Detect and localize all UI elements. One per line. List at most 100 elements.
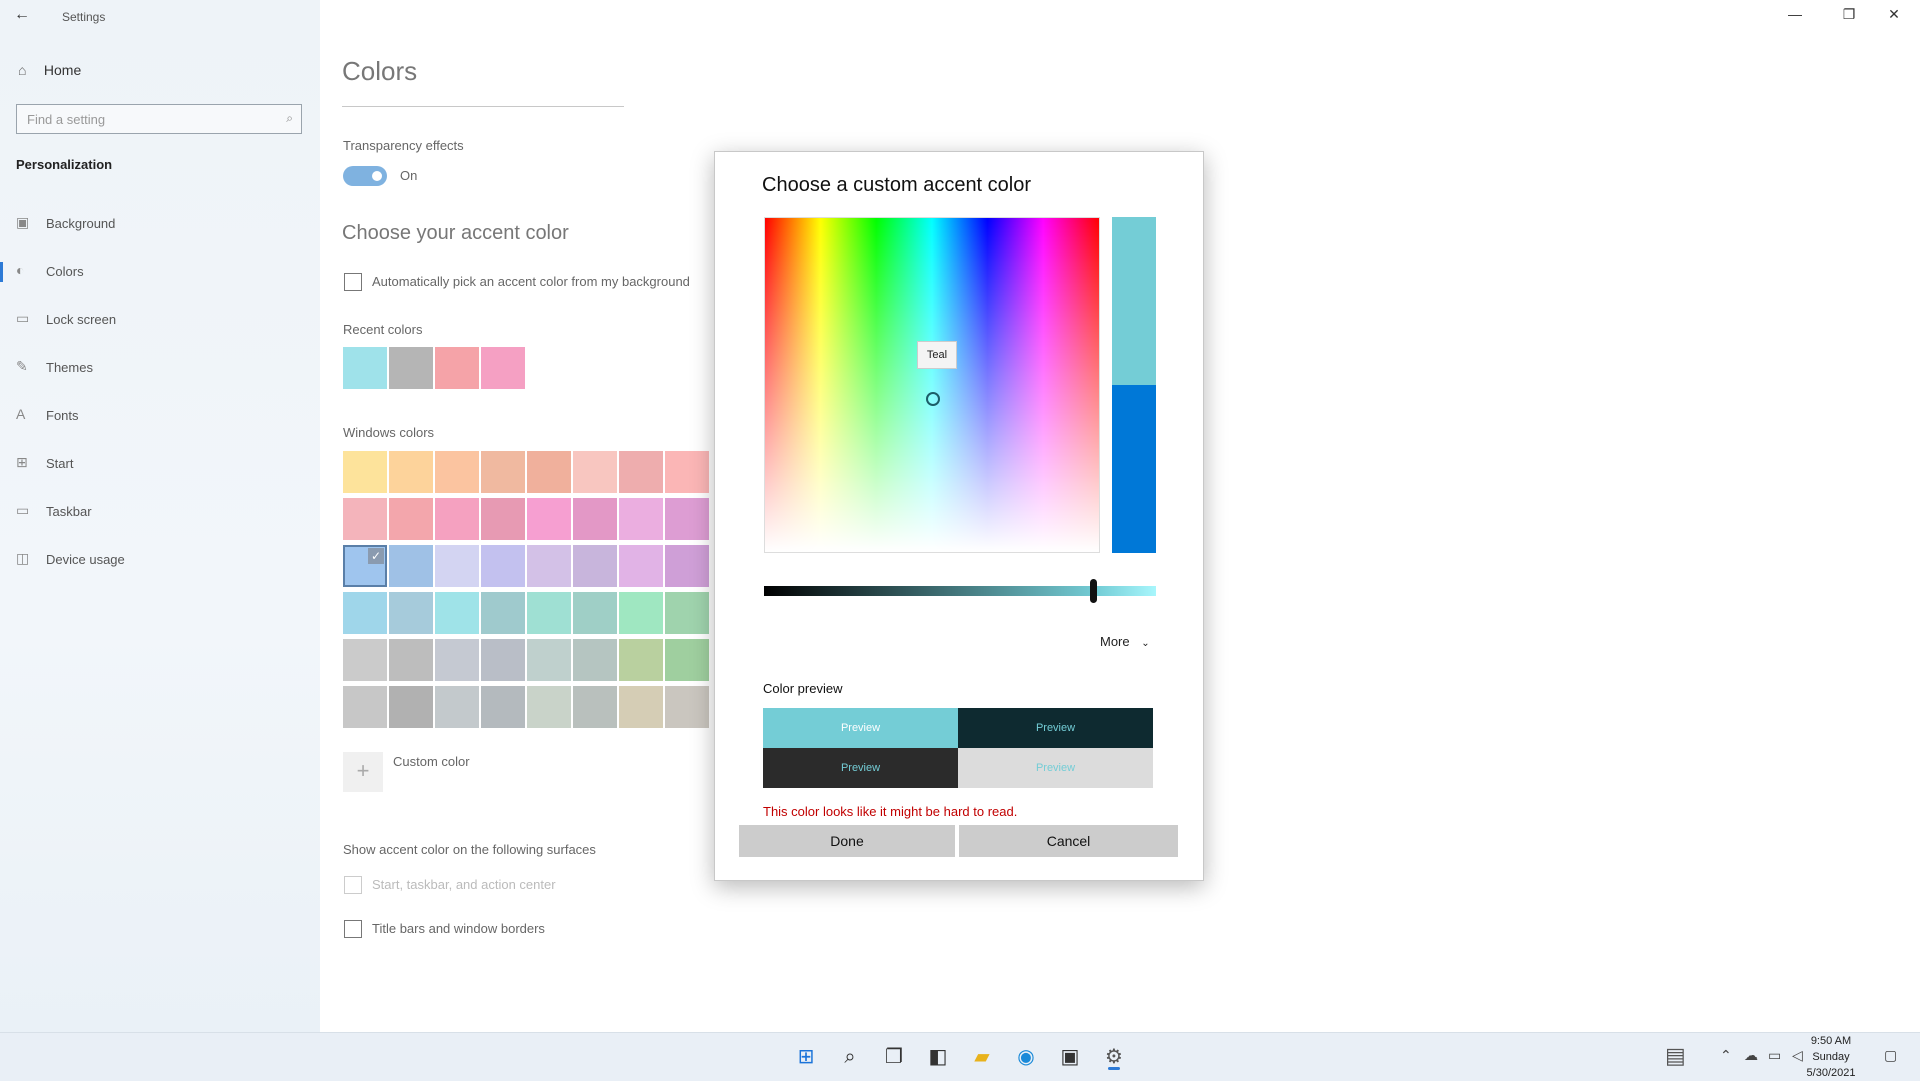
notification-icon[interactable]: ▢ (1884, 1047, 1897, 1064)
windows-color-swatch[interactable] (573, 451, 617, 493)
done-button[interactable]: Done (739, 825, 955, 857)
windows-color-swatch[interactable] (389, 592, 433, 634)
back-arrow-icon[interactable]: ← (14, 6, 30, 24)
windows-color-swatch[interactable] (389, 545, 433, 587)
network-icon[interactable]: ▭ (1768, 1047, 1781, 1064)
brightness-slider[interactable] (764, 586, 1156, 596)
transparency-toggle[interactable] (343, 166, 387, 186)
windows-color-swatch[interactable] (343, 451, 387, 493)
sidebar-item-label: Taskbar (46, 504, 92, 519)
windows-color-swatch[interactable] (619, 686, 663, 728)
search-input[interactable]: Find a setting ⌕ (16, 104, 302, 134)
chevron-up-icon[interactable]: ⌃ (1720, 1047, 1732, 1064)
windows-color-swatch[interactable] (343, 498, 387, 540)
widgets-icon[interactable]: ◧ (922, 1041, 954, 1073)
windows-color-swatch[interactable] (573, 686, 617, 728)
windows-color-swatch[interactable] (343, 639, 387, 681)
sidebar-item-fonts[interactable]: A Fonts (0, 396, 320, 436)
brightness-slider-thumb[interactable] (1090, 579, 1097, 603)
sidebar-item-colors[interactable]: ◐ Colors (0, 252, 320, 292)
custom-color-button[interactable]: + (343, 752, 383, 792)
windows-colors-label: Windows colors (343, 425, 435, 440)
windows-color-swatch[interactable] (435, 498, 479, 540)
windows-color-swatch[interactable] (665, 639, 709, 681)
windows-color-swatch[interactable] (527, 451, 571, 493)
windows-color-swatch[interactable] (435, 592, 479, 634)
windows-color-swatch[interactable] (665, 686, 709, 728)
windows-color-swatch[interactable] (573, 592, 617, 634)
active-indicator (0, 262, 3, 282)
file-explorer-icon[interactable]: ▰ (966, 1041, 998, 1073)
auto-pick-checkbox[interactable] (344, 273, 362, 291)
windows-color-swatch[interactable] (435, 686, 479, 728)
preview-grid: Preview Preview Preview Preview (763, 708, 1153, 788)
windows-color-swatch[interactable] (481, 451, 525, 493)
windows-color-swatch[interactable] (481, 545, 525, 587)
windows-color-swatch[interactable] (435, 639, 479, 681)
windows-color-swatch[interactable] (573, 545, 617, 587)
windows-color-swatch[interactable]: ✓ (343, 545, 387, 587)
windows-color-swatch[interactable] (481, 592, 525, 634)
windows-color-swatch[interactable] (389, 639, 433, 681)
close-icon[interactable]: ✕ (1874, 6, 1914, 23)
recent-color-swatch[interactable] (389, 347, 433, 389)
windows-color-swatch[interactable] (665, 592, 709, 634)
surface-start-checkbox[interactable] (344, 876, 362, 894)
restore-icon[interactable]: ❐ (1829, 6, 1869, 23)
preview-tile: Preview (763, 708, 958, 748)
windows-color-swatch[interactable] (481, 498, 525, 540)
more-button[interactable]: More ⌄ (1100, 634, 1150, 649)
sidebar-item-lock-screen[interactable]: ▭ Lock screen (0, 300, 320, 340)
windows-color-swatch[interactable] (435, 545, 479, 587)
windows-start-icon[interactable]: ⊞ (790, 1041, 822, 1073)
color-spectrum[interactable] (764, 217, 1100, 553)
sidebar-item-start[interactable]: ⊞ Start (0, 444, 320, 484)
windows-color-swatch[interactable] (389, 451, 433, 493)
windows-color-swatch[interactable] (527, 686, 571, 728)
windows-color-swatch[interactable] (619, 592, 663, 634)
windows-color-swatch[interactable] (619, 545, 663, 587)
windows-color-swatch[interactable] (619, 498, 663, 540)
system-clock[interactable]: 9:50 AM Sunday 5/30/2021 (1786, 1033, 1876, 1081)
checkmark-icon: ✓ (368, 548, 384, 564)
windows-color-swatch[interactable] (343, 686, 387, 728)
search-icon[interactable]: ⌕ (834, 1041, 866, 1073)
edge-icon[interactable]: ◉ (1010, 1041, 1042, 1073)
sidebar-item-background[interactable]: ▣ Background (0, 204, 320, 244)
windows-color-swatch[interactable] (619, 451, 663, 493)
windows-color-swatch[interactable] (389, 498, 433, 540)
cloud-icon[interactable]: ☁ (1744, 1047, 1758, 1064)
recent-color-swatch[interactable] (435, 347, 479, 389)
windows-color-swatch[interactable] (527, 639, 571, 681)
windows-color-swatch[interactable] (665, 498, 709, 540)
windows-color-swatch[interactable] (527, 498, 571, 540)
windows-color-swatch[interactable] (573, 639, 617, 681)
sidebar-home[interactable]: ⌂ Home (18, 62, 81, 78)
windows-color-swatch[interactable] (665, 451, 709, 493)
windows-color-swatch[interactable] (573, 498, 617, 540)
store-icon[interactable]: ▣ (1054, 1041, 1086, 1073)
windows-color-swatch[interactable] (343, 592, 387, 634)
sidebar-item-themes[interactable]: ✎ Themes (0, 348, 320, 388)
cancel-button[interactable]: Cancel (959, 825, 1178, 857)
sidebar-item-label: Background (46, 216, 116, 231)
windows-color-swatch[interactable] (481, 639, 525, 681)
minimize-icon[interactable]: — (1775, 6, 1815, 22)
color-picker-handle[interactable] (926, 392, 940, 406)
surface-titlebars-checkbox[interactable] (344, 920, 362, 938)
windows-color-swatch[interactable] (665, 545, 709, 587)
sidebar-item-taskbar[interactable]: ▭ Taskbar (0, 492, 320, 532)
recent-color-swatch[interactable] (343, 347, 387, 389)
task-view-icon[interactable]: ❐ (878, 1041, 910, 1073)
sidebar-item-device-usage[interactable]: ◫ Device usage (0, 540, 320, 580)
recent-color-swatch[interactable] (481, 347, 525, 389)
auto-pick-label: Automatically pick an accent color from … (372, 274, 690, 289)
windows-color-swatch[interactable] (527, 545, 571, 587)
windows-color-swatch[interactable] (619, 639, 663, 681)
windows-color-swatch[interactable] (435, 451, 479, 493)
settings-icon[interactable]: ⚙ (1098, 1041, 1130, 1073)
windows-color-swatch[interactable] (481, 686, 525, 728)
windows-color-swatch[interactable] (389, 686, 433, 728)
sidebar-item-label: Colors (46, 264, 84, 279)
windows-color-swatch[interactable] (527, 592, 571, 634)
